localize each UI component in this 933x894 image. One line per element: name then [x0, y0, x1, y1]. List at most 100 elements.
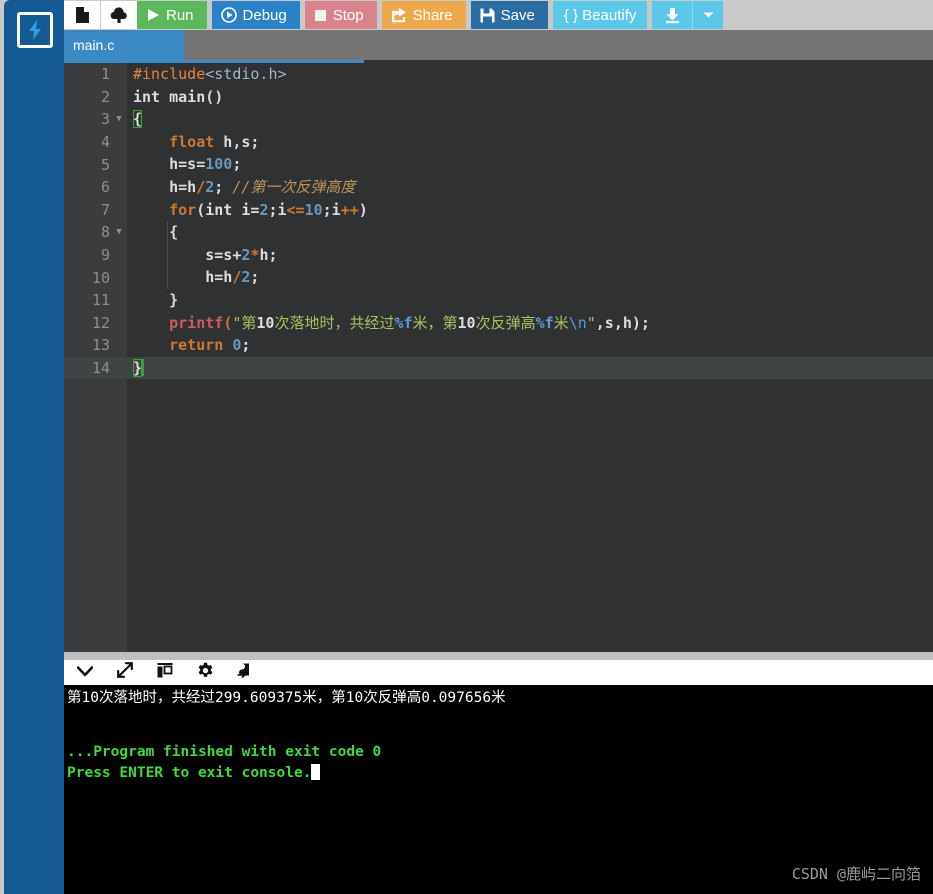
console-prompt-text: Press ENTER to exit console.: [67, 765, 312, 781]
save-button-label: Save: [500, 6, 535, 24]
line-number: 5: [100, 155, 110, 174]
run-button[interactable]: Run: [137, 1, 207, 29]
lightning-bolt-icon: [27, 20, 43, 40]
code-text: printf("第10次落地时，共经过%f米，第10次反弹高%f米\n",s,h…: [169, 313, 650, 332]
debug-play-circle-icon: [220, 7, 237, 23]
line-number: 13: [91, 336, 110, 355]
tab-bar: main.c: [64, 30, 933, 60]
text-cursor: [142, 358, 145, 376]
code-line[interactable]: 10 h=h/2;: [92, 266, 933, 289]
floppy-disk-icon: [480, 8, 495, 23]
code-line[interactable]: 6 h=h/2; //第一次反弹高度: [101, 176, 933, 199]
collapse-console-button[interactable]: [76, 664, 94, 682]
debug-button-label: Debug: [242, 6, 287, 24]
console-output-panel[interactable]: 第10次落地时，共经过299.609375米，第10次反弹高0.097656米 …: [64, 685, 933, 894]
console-cursor: [311, 764, 321, 780]
code-text: float h,s;: [169, 132, 260, 151]
upload-button[interactable]: [101, 1, 137, 29]
watermark: CSDN @鹿屿二向箔: [791, 865, 921, 883]
fold-toggle-icon[interactable]: ▼: [113, 108, 125, 131]
line-number: 9: [100, 246, 110, 265]
line-number: 7: [100, 200, 110, 219]
code-line[interactable]: 9 s=s+2*h;: [101, 244, 933, 267]
download-icon: [664, 7, 681, 24]
code-text: int main(): [133, 87, 224, 106]
console-blank-space: [64, 708, 933, 742]
line-number: 2: [100, 87, 110, 106]
console-settings-button[interactable]: [196, 662, 214, 684]
beautify-button[interactable]: { } Beautify: [552, 1, 648, 29]
run-button-label: Run: [166, 6, 194, 24]
line-number: 12: [91, 313, 110, 332]
chevron-down-icon: [703, 11, 714, 19]
save-button[interactable]: Save: [470, 1, 548, 29]
console-layout-button[interactable]: [156, 662, 174, 683]
line-number: 3: [100, 110, 110, 129]
code-text: return 0;: [169, 336, 251, 355]
stop-button[interactable]: Stop: [304, 1, 377, 29]
line-number: 4: [100, 133, 110, 152]
code-line[interactable]: 5 h=s=100;: [101, 153, 933, 176]
code-text: {: [169, 223, 179, 242]
chevron-down-icon: [76, 664, 94, 682]
play-icon: [146, 8, 160, 22]
new-file-icon: [75, 6, 90, 24]
app-logo[interactable]: [17, 12, 53, 48]
code-content[interactable]: 1 #include<stdio.h> 2 int main() 3 ▼ { 4…: [64, 63, 933, 652]
line-number: 14: [91, 359, 110, 378]
new-file-button[interactable]: [64, 1, 100, 29]
code-text: h=s=100;: [169, 155, 242, 174]
code-text: h=h/2;: [205, 268, 260, 287]
code-text: }: [133, 358, 145, 377]
expand-console-button[interactable]: [116, 662, 134, 683]
code-line[interactable]: 7 for(int i=2;i<=10;i++): [101, 199, 933, 222]
code-line[interactable]: 4 float h,s;: [101, 131, 933, 154]
expand-arrows-icon: [117, 662, 133, 683]
code-text: {: [133, 110, 143, 129]
download-button[interactable]: [652, 1, 693, 29]
line-number: 8: [100, 223, 110, 242]
code-text: }: [169, 290, 179, 309]
main-toolbar: Run Debug Stop Share Save {} Beautify: [64, 0, 933, 30]
code-line[interactable]: 3 ▼ {: [101, 108, 933, 131]
panel-resize-handle[interactable]: [64, 652, 933, 660]
code-line[interactable]: 11 }: [92, 289, 933, 312]
code-line[interactable]: 8 ▼ {: [101, 221, 933, 244]
tab-label: main.c: [73, 37, 115, 53]
code-editor[interactable]: 1 #include<stdio.h> 2 int main() 3 ▼ { 4…: [64, 60, 933, 652]
line-number: 6: [100, 178, 110, 197]
program-output-line: 第10次落地时，共经过299.609375米，第10次反弹高0.097656米: [67, 690, 506, 706]
line-number: 11: [91, 291, 110, 310]
code-line[interactable]: 13 return 0;: [92, 334, 933, 357]
code-line-active[interactable]: 14 }: [64, 356, 933, 380]
code-text: #include<stdio.h>: [133, 65, 287, 83]
stop-button-label: Stop: [332, 6, 364, 24]
code-line[interactable]: 1 #include<stdio.h>: [101, 63, 933, 86]
code-text: for(int i=2;i<=10;i++): [169, 200, 368, 219]
console-prompt-line: Press ENTER to exit console.: [64, 763, 933, 784]
code-line[interactable]: 12 printf("第10次落地时，共经过%f米，第10次反弹高%f米\n",…: [92, 312, 933, 335]
exit-status-line: ...Program finished with exit code 0: [67, 744, 382, 760]
code-text: h=h/2; //第一次反弹高度: [169, 177, 356, 196]
console-stdin-button[interactable]: [236, 662, 254, 683]
app-root: Run Debug Stop Share Save {} Beautify m…: [0, 0, 933, 894]
panel-layout-icon: [157, 662, 173, 683]
fold-toggle-icon[interactable]: ▼: [113, 221, 125, 244]
tab-main-c[interactable]: main.c: [64, 30, 184, 60]
share-icon: [391, 7, 407, 23]
download-options-button[interactable]: [693, 1, 724, 29]
code-text: s=s+2*h;: [205, 245, 278, 264]
stdin-import-icon: [237, 662, 253, 683]
console-toolbar: [64, 660, 933, 685]
left-sidebar: [4, 0, 64, 894]
stop-square-icon: [314, 9, 327, 22]
share-button-label: Share: [412, 6, 453, 24]
beautify-button-label: { } Beautify: [563, 6, 637, 24]
line-number: 10: [91, 268, 110, 287]
upload-cloud-icon: [109, 6, 129, 24]
share-button[interactable]: Share: [381, 1, 466, 29]
debug-button[interactable]: Debug: [211, 1, 300, 29]
line-number: 1: [100, 65, 110, 84]
code-line[interactable]: 2 int main(): [101, 86, 933, 109]
gear-icon: [197, 662, 214, 684]
